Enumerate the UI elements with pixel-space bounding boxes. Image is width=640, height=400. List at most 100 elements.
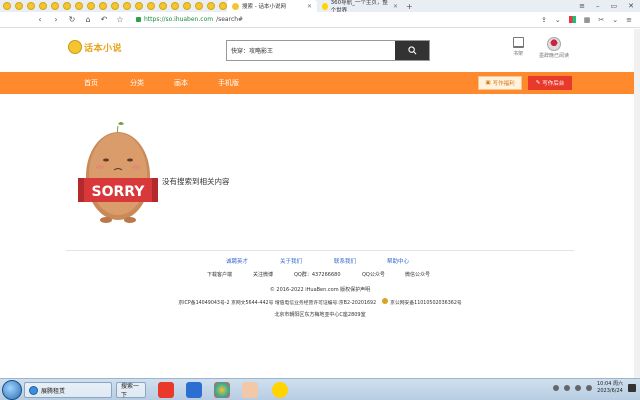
user-menu[interactable]: 墨辞晚已阅读	[536, 37, 572, 59]
pinned-tab-icon[interactable]	[99, 2, 107, 10]
police-license-wrap: 京公网安备11010502036362号	[382, 298, 462, 306]
page-scrollbar[interactable]	[634, 29, 640, 378]
star-icon[interactable]: ☆	[116, 15, 124, 24]
icp-license[interactable]: 京ICP备14049043号-2 京网文5644-442号 增值电信业务经营许可…	[178, 299, 376, 306]
browser-tabstrip: 搜索 - 话本小说网 ✕ 360导航_一个主页，整个世界 ✕ + ≡ – ▭ ✕	[0, 0, 640, 14]
pinned-tab-icon[interactable]	[39, 2, 47, 10]
pen-icon: ✎	[535, 80, 541, 86]
license-row: 京ICP备14049043号-2 京网文5644-442号 增值电信业务经营许可…	[0, 297, 640, 307]
menu-icon[interactable]: ≡	[579, 2, 585, 10]
gift-icon: ▣	[485, 80, 491, 86]
pinned-tab-icon[interactable]	[51, 2, 59, 10]
volume-icon[interactable]	[586, 385, 592, 391]
start-button[interactable]	[2, 380, 22, 400]
pinned-tab-icon[interactable]	[27, 2, 35, 10]
site-logo[interactable]: 话本小说	[68, 40, 122, 54]
pinned-tab-icon[interactable]	[63, 2, 71, 10]
pinned-tab-icon[interactable]	[15, 2, 23, 10]
pinned-tab-icon[interactable]	[207, 2, 215, 10]
secure-lock-icon	[136, 17, 141, 22]
empty-message: 没有搜索到相关内容	[162, 177, 230, 186]
system-clock[interactable]: 10:04 周六 2023/6/24	[597, 381, 623, 395]
chevron-down-icon[interactable]: ⌄	[612, 16, 618, 24]
sogou-input-icon[interactable]	[158, 382, 174, 398]
menu-icon[interactable]: ≡	[626, 16, 632, 24]
maximize-icon[interactable]: ▭	[611, 2, 618, 10]
nav-item-mobile[interactable]: 手机版	[218, 78, 239, 88]
site-favicon-icon	[232, 2, 239, 10]
footer-link-about[interactable]: 关于我们	[280, 257, 302, 265]
game-icon[interactable]	[242, 382, 258, 398]
footer-wechat-public[interactable]: 微信公众号	[405, 271, 430, 278]
pinned-tab-icon[interactable]	[111, 2, 119, 10]
new-tab-icon[interactable]: +	[406, 2, 413, 11]
home-icon[interactable]: ⌂	[84, 15, 92, 24]
bookshelf-link[interactable]: 书架	[510, 37, 526, 57]
taskbar: 展腾租赁 搜索一下 10:04 周六 2023/6/24	[0, 378, 640, 400]
taskbar-search-button[interactable]: 搜索一下	[116, 382, 146, 399]
pinned-tab-icon[interactable]	[3, 2, 11, 10]
apps-icon[interactable]: ▦	[584, 16, 591, 24]
pinned-tab-icon[interactable]	[195, 2, 203, 10]
footer-download-client[interactable]: 下载客户端	[207, 271, 232, 278]
write-admin-button[interactable]: ✎ 写作后台	[528, 76, 572, 90]
app-icon[interactable]	[186, 382, 202, 398]
scissors-icon[interactable]: ✂	[598, 16, 604, 24]
mascot-logo-icon	[68, 40, 82, 54]
share-icon[interactable]: ⇪	[541, 16, 547, 24]
chevron-down-icon[interactable]: ⌄	[555, 16, 561, 24]
close-tab-icon[interactable]: ✕	[307, 3, 312, 10]
window-controls: ≡ – ▭ ✕	[579, 2, 640, 10]
footer-link-jobs[interactable]: 诚聘英才	[226, 257, 248, 265]
search-input[interactable]	[227, 41, 395, 60]
back-icon[interactable]: ‹	[36, 15, 44, 24]
chat-app-icon[interactable]	[272, 382, 288, 398]
sprout-icon	[118, 122, 124, 125]
close-window-icon[interactable]: ✕	[628, 2, 634, 10]
pinned-tab-icon[interactable]	[219, 2, 227, 10]
notification-icon[interactable]	[628, 384, 636, 392]
minimize-icon[interactable]: –	[596, 2, 600, 10]
address-bar: ‹ › ↻ ⌂ ↶ ☆ https://so.ihuaben.com/searc…	[0, 12, 640, 28]
close-tab-icon[interactable]: ✕	[393, 3, 398, 10]
tray-icon[interactable]	[553, 385, 559, 391]
browser-icon[interactable]	[214, 382, 230, 398]
url-field[interactable]: https://so.ihuaben.com/search#	[136, 16, 243, 23]
pinned-tab-icon[interactable]	[123, 2, 131, 10]
site-favicon-icon	[322, 2, 328, 10]
apps-grid-icon[interactable]	[568, 16, 576, 23]
system-tray: 10:04 周六 2023/6/24	[553, 381, 636, 395]
browser-tab-active[interactable]: 搜索 - 话本小说网 ✕	[227, 0, 317, 12]
pinned-tab-icon[interactable]	[171, 2, 179, 10]
pinned-tab-icon[interactable]	[159, 2, 167, 10]
pinned-tab-icon[interactable]	[75, 2, 83, 10]
pinned-tab-icon[interactable]	[147, 2, 155, 10]
pinned-tabs	[0, 2, 227, 10]
footer-follow-weibo[interactable]: 关注微博	[253, 271, 273, 278]
footer-link-help[interactable]: 帮助中心	[387, 257, 409, 265]
browser-tab[interactable]: 360导航_一个主页，整个世界 ✕	[317, 0, 403, 14]
reload-icon[interactable]: ↻	[68, 15, 76, 24]
tab-title: 搜索 - 话本小说网	[242, 4, 286, 10]
taskbar-window-button[interactable]: 展腾租赁	[24, 382, 112, 398]
undo-icon[interactable]: ↶	[100, 15, 108, 24]
nav-item-comic[interactable]: 画本	[174, 78, 188, 88]
forward-icon[interactable]: ›	[52, 15, 60, 24]
police-license[interactable]: 京公网安备11010502036362号	[390, 301, 462, 306]
footer-link-contact[interactable]: 联系我们	[334, 257, 356, 265]
network-icon[interactable]	[575, 385, 581, 391]
tray-icon[interactable]	[564, 385, 570, 391]
nav-item-home[interactable]: 首页	[84, 78, 98, 88]
pinned-tab-icon[interactable]	[183, 2, 191, 10]
search-icon	[407, 46, 416, 55]
footer-links: 诚聘英才 关于我们 联系我们 帮助中心	[0, 257, 640, 267]
footer-qq-public[interactable]: QQ公众号	[362, 271, 385, 278]
police-badge-icon	[382, 298, 389, 304]
nav-item-category[interactable]: 分类	[130, 78, 144, 88]
pinned-tab-icon[interactable]	[135, 2, 143, 10]
sorry-text: SORRY	[92, 184, 146, 200]
search-button[interactable]	[395, 41, 429, 60]
pinned-tab-icon[interactable]	[87, 2, 95, 10]
bookshelf-icon	[512, 37, 524, 48]
write-welfare-button[interactable]: ▣ 写作福利	[478, 76, 522, 90]
